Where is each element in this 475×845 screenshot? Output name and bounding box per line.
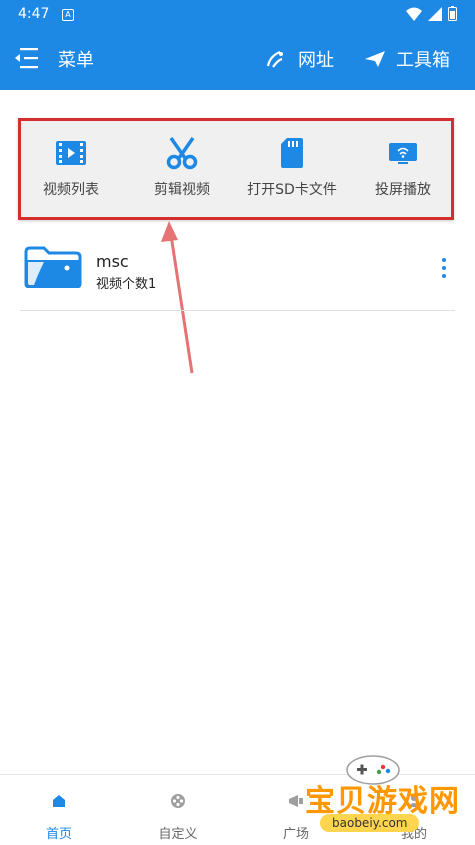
- status-time: 4:47: [18, 6, 50, 22]
- quick-action-cast-play[interactable]: 投屏播放: [348, 135, 458, 199]
- watermark-url: baobeiy.com: [320, 814, 420, 832]
- menu-icon: [15, 48, 38, 69]
- home-icon: [53, 795, 65, 807]
- quick-action-label: 视频列表: [43, 182, 99, 198]
- quick-action-label: 剪辑视频: [154, 182, 210, 198]
- nav-label: 自定义: [158, 827, 198, 842]
- nav-custom[interactable]: 自定义: [138, 789, 218, 842]
- quick-action-edit-video[interactable]: 剪辑视频: [127, 135, 237, 199]
- reel-icon: [171, 794, 185, 808]
- menu-label[interactable]: 菜单: [58, 46, 94, 72]
- toolbox-button[interactable]: 工具箱: [364, 46, 450, 72]
- folder-video-count: 视频个数1: [96, 277, 157, 292]
- status-icons: [406, 6, 457, 21]
- quick-action-video-list[interactable]: 视频列表: [16, 135, 126, 199]
- nav-home[interactable]: 首页: [19, 789, 99, 842]
- folder-icon: [24, 246, 82, 288]
- sd-card-icon: [281, 138, 303, 168]
- video-list-icon: [56, 141, 86, 165]
- toolbox-icon: [365, 51, 385, 67]
- more-dot-icon: [442, 258, 446, 262]
- app-bar: 菜单 网址 工具箱: [0, 30, 475, 90]
- quick-action-label: 投屏播放: [375, 182, 431, 198]
- notification-a-icon: A: [62, 9, 74, 21]
- nav-label: 首页: [45, 827, 72, 842]
- folder-row[interactable]: msc 视频个数1: [20, 240, 455, 311]
- folder-name: msc: [96, 252, 129, 271]
- scissors-icon: [166, 136, 198, 170]
- toolbox-label: 工具箱: [396, 50, 450, 71]
- url-label: 网址: [298, 50, 334, 71]
- more-dot-icon: [442, 266, 446, 270]
- more-options-button[interactable]: [439, 258, 449, 278]
- battery-icon: [448, 6, 457, 21]
- more-dot-icon: [442, 274, 446, 278]
- watermark: 宝贝游戏网 baobeiy.com: [285, 752, 475, 844]
- cast-screen-icon: [389, 143, 417, 164]
- link-icon: [266, 50, 283, 68]
- url-button[interactable]: 网址: [264, 46, 334, 72]
- status-bar: 4:47 A: [0, 0, 475, 30]
- menu-button[interactable]: [14, 47, 38, 69]
- signal-icon: [428, 6, 442, 21]
- wifi-icon: [406, 7, 422, 21]
- quick-actions-panel: 视频列表 剪辑视频 打开SD卡文件 投屏播放: [18, 118, 454, 220]
- quick-action-label: 打开SD卡文件: [247, 182, 337, 198]
- quick-action-open-sd-card[interactable]: 打开SD卡文件: [237, 135, 347, 199]
